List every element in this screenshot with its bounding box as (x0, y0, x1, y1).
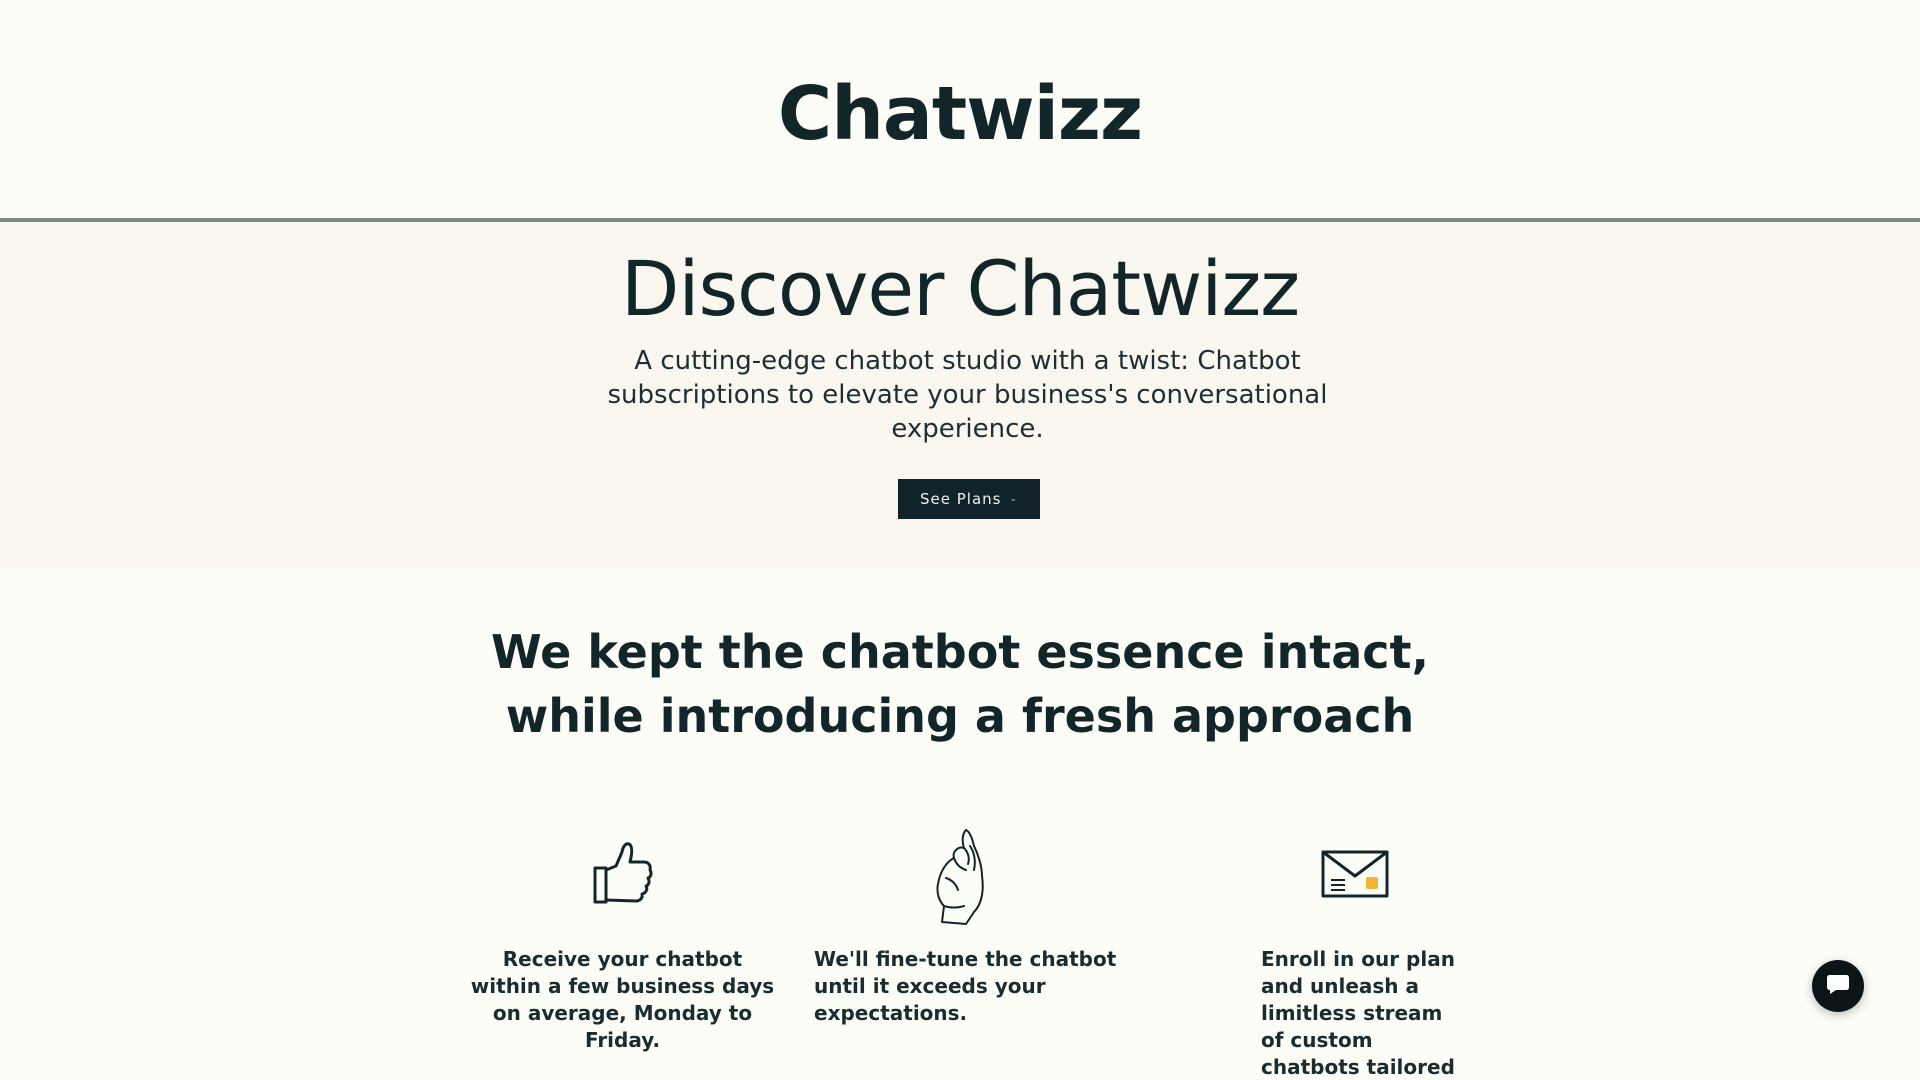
feature-text-enroll: Enroll in our plan and unleash a limitle… (1261, 947, 1455, 1079)
chevron-down-icon: ⌄ (1009, 494, 1019, 504)
features-title-line2: while introducing a fresh approach (505, 689, 1415, 743)
feature-text-delivery: Receive your chatbot within a few busine… (470, 947, 775, 1052)
hero-section: Discover Chatwizz A cutting-edge chatbot… (0, 222, 1920, 568)
features-title-line1: We kept the chatbot essence intact, (491, 625, 1429, 679)
hero-subtitle: A cutting-edge chatbot studio with a twi… (607, 346, 1328, 444)
see-plans-button[interactable]: See Plans ⌄ (898, 479, 1040, 519)
site-header: Chatwizz (0, 0, 1920, 219)
feature-text-finetune: We'll fine-tune the chatbot until it exc… (814, 947, 1117, 1025)
envelope-icon (1321, 850, 1389, 898)
hero-title: Discover Chatwizz (620, 244, 1300, 333)
chat-launcher-button[interactable] (1812, 960, 1864, 1012)
thumbs-up-icon (592, 840, 654, 906)
features-title: We kept the chatbot essence intact, whil… (460, 620, 1460, 748)
see-plans-label: See Plans (919, 490, 1002, 508)
logo-link[interactable]: Chatwizz (778, 71, 1143, 157)
hand-gesture-icon (932, 826, 988, 928)
page: Chatwizz Discover Chatwizz A cutting-edg… (0, 0, 1920, 1080)
chat-bubble-icon (1826, 973, 1850, 999)
